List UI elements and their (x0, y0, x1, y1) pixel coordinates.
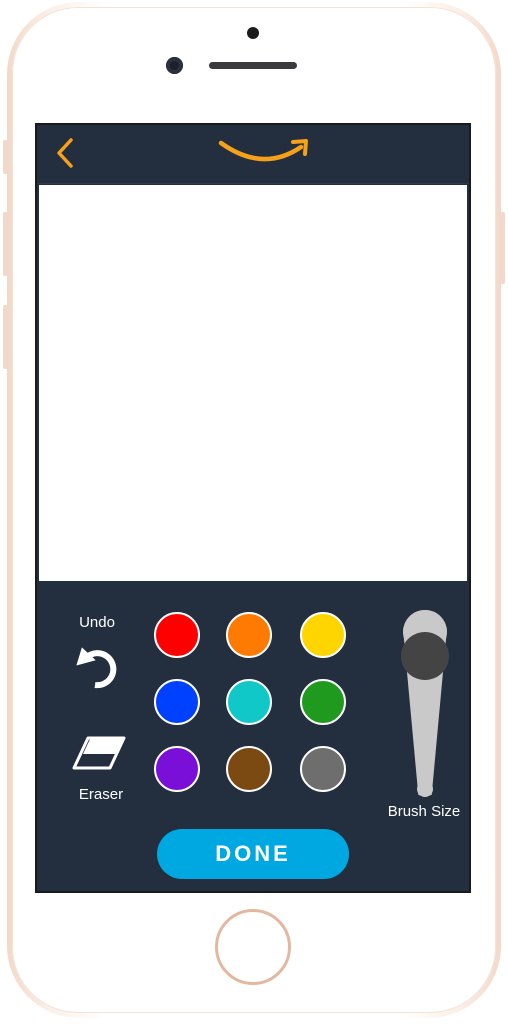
home-button[interactable] (215, 909, 291, 985)
top-bar (37, 125, 469, 184)
side-button-volume-up (3, 212, 8, 276)
front-camera (166, 57, 183, 74)
done-button[interactable]: DONE (157, 829, 349, 879)
drawing-canvas[interactable] (39, 185, 467, 581)
brush-size-label: Brush Size (387, 803, 461, 820)
earpiece-speaker (209, 62, 297, 69)
undo-label: Undo (79, 614, 115, 631)
color-swatch-purple[interactable] (154, 746, 200, 792)
side-button-power (500, 212, 505, 284)
chevron-left-icon (57, 138, 73, 168)
brush-size-slider-knob[interactable] (401, 632, 449, 681)
side-button-mute (3, 140, 8, 174)
color-swatch-blue[interactable] (154, 679, 200, 725)
app-screen: Undo Eraser Brush Size DONE (35, 123, 471, 893)
color-swatch-teal[interactable] (226, 679, 272, 725)
color-swatch-yellow[interactable] (300, 612, 346, 658)
proximity-sensor (247, 27, 259, 39)
amazon-smile-logo-icon (218, 139, 308, 162)
color-swatch-brown[interactable] (226, 746, 272, 792)
undo-icon[interactable] (73, 641, 125, 693)
back-button[interactable] (51, 135, 81, 171)
tool-panel: Undo Eraser Brush Size DONE (37, 581, 469, 891)
eraser-label: Eraser (78, 786, 124, 803)
color-swatch-orange[interactable] (226, 612, 272, 658)
eraser-icon[interactable] (70, 734, 126, 774)
color-swatch-gray[interactable] (300, 746, 346, 792)
color-swatch-red[interactable] (154, 612, 200, 658)
brush-size-track-bottom (417, 781, 433, 797)
color-swatch-green[interactable] (300, 679, 346, 725)
side-button-volume-down (3, 305, 8, 369)
